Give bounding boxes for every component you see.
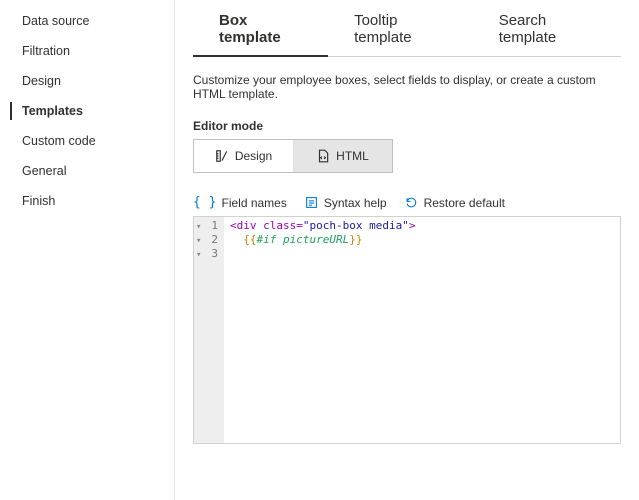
- syntax-help-button[interactable]: Syntax help: [305, 196, 387, 210]
- tab-box-template[interactable]: Box template: [193, 4, 328, 56]
- ruler-icon: [215, 149, 229, 163]
- sidebar: Data source Filtration Design Templates …: [0, 0, 175, 500]
- undo-icon: [405, 196, 419, 210]
- mode-html-button[interactable]: HTML: [293, 140, 392, 172]
- sidebar-item-finish[interactable]: Finish: [0, 186, 174, 216]
- sidebar-item-custom-code[interactable]: Custom code: [0, 126, 174, 156]
- tab-tooltip-template[interactable]: Tooltip template: [328, 4, 473, 56]
- editor-mode-segmented: Design HTML: [193, 139, 393, 173]
- section-description: Customize your employee boxes, select fi…: [193, 73, 621, 101]
- list-icon: [305, 196, 319, 210]
- mode-design-button[interactable]: Design: [194, 140, 293, 172]
- sidebar-item-design[interactable]: Design: [0, 66, 174, 96]
- sidebar-item-data-source[interactable]: Data source: [0, 6, 174, 36]
- code-editor[interactable]: ▾1▾2▾3 <div class="poch-box media"> {{#i…: [193, 216, 621, 444]
- editor-helpbar: { } Field names Syntax help Restore defa…: [193, 195, 621, 210]
- editor-mode-label: Editor mode: [193, 119, 621, 133]
- code-file-icon: [316, 149, 330, 163]
- editor-gutter: ▾1▾2▾3: [194, 217, 224, 443]
- editor-code[interactable]: <div class="poch-box media"> {{#if pictu…: [224, 217, 620, 443]
- template-tabs: Box template Tooltip template Search tem…: [193, 4, 621, 57]
- sidebar-item-general[interactable]: General: [0, 156, 174, 186]
- restore-default-button[interactable]: Restore default: [405, 196, 505, 210]
- field-names-button[interactable]: { } Field names: [193, 195, 287, 210]
- tab-search-template[interactable]: Search template: [473, 4, 621, 56]
- sidebar-item-filtration[interactable]: Filtration: [0, 36, 174, 66]
- braces-icon: { }: [193, 195, 216, 210]
- sidebar-item-templates[interactable]: Templates: [0, 96, 174, 126]
- main-panel: Box template Tooltip template Search tem…: [175, 0, 639, 500]
